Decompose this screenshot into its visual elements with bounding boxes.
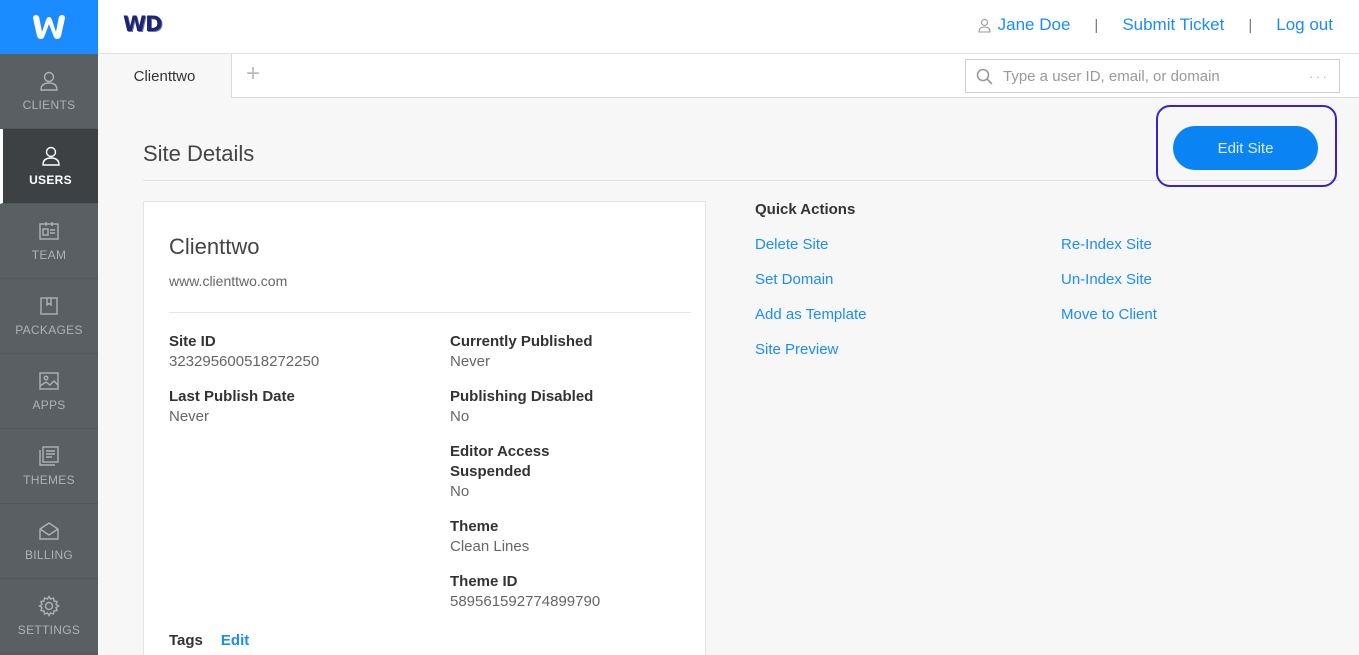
field-editor-access-suspended: Editor Access Suspended No	[450, 442, 570, 502]
field-publishing-disabled: Publishing Disabled No	[450, 387, 690, 427]
field-value: Clean Lines	[450, 538, 530, 555]
search-input[interactable]	[1003, 67, 1309, 85]
field-value: Never	[450, 353, 491, 370]
sidebar-item-label: APPS	[32, 398, 66, 412]
themes-icon	[39, 446, 59, 466]
field-value: No	[450, 483, 470, 500]
person-icon	[40, 71, 58, 91]
separator: |	[1248, 16, 1253, 34]
move-to-client-link[interactable]: Move to Client	[1061, 306, 1157, 323]
wd-logo[interactable]: WD	[123, 12, 163, 36]
tags-label: Tags	[169, 632, 203, 649]
set-domain-link[interactable]: Set Domain	[755, 271, 833, 288]
re-index-site-link[interactable]: Re-Index Site	[1061, 236, 1152, 253]
weebly-w-icon	[33, 15, 65, 39]
image-icon	[39, 372, 59, 390]
site-name: Clienttwo	[169, 234, 260, 259]
field-value: No	[450, 408, 470, 425]
add-tab-button[interactable]: +	[246, 60, 260, 88]
quick-actions-title: Quick Actions	[755, 201, 856, 218]
user-name-link[interactable]: Jane Doe	[998, 15, 1071, 35]
sidebar-item-label: PACKAGES	[15, 323, 83, 337]
field-label: Editor Access Suspended	[450, 443, 550, 480]
search-box: ···	[965, 59, 1340, 93]
sidebar: CLIENTS USERS TEAM PACKAGES APPS THEMES	[0, 0, 98, 655]
weebly-logo[interactable]	[0, 0, 98, 54]
sidebar-item-label: THEMES	[23, 473, 75, 487]
package-icon	[40, 297, 58, 315]
divider	[169, 312, 691, 313]
sidebar-item-packages[interactable]: PACKAGES	[0, 279, 98, 354]
search-icon	[976, 68, 993, 85]
field-last-publish-date: Last Publish Date Never	[169, 387, 409, 427]
field-theme: Theme Clean Lines	[450, 517, 690, 557]
tags-row: Tags Edit	[169, 632, 249, 649]
top-header: WD Jane Doe | Submit Ticket | Log out	[98, 0, 1359, 54]
field-label: Last Publish Date	[169, 388, 295, 405]
edit-tags-link[interactable]: Edit	[221, 632, 249, 649]
user-icon	[41, 146, 60, 166]
gear-icon	[38, 595, 60, 617]
field-value: 323295600518272250	[169, 353, 320, 370]
tab-clienttwo[interactable]: Clienttwo	[98, 54, 232, 98]
site-preview-link[interactable]: Site Preview	[755, 341, 838, 358]
logout-link[interactable]: Log out	[1276, 15, 1333, 35]
field-label: Publishing Disabled	[450, 388, 594, 405]
sidebar-item-billing[interactable]: BILLING	[0, 504, 98, 579]
sidebar-item-team[interactable]: TEAM	[0, 204, 98, 279]
user-icon	[978, 18, 991, 33]
header-links: Jane Doe | Submit Ticket | Log out	[977, 15, 1333, 35]
sidebar-item-themes[interactable]: THEMES	[0, 429, 98, 504]
sidebar-item-users[interactable]: USERS	[0, 129, 98, 204]
page-title: Site Details	[143, 141, 255, 166]
sidebar-item-label: CLIENTS	[22, 98, 76, 112]
field-value: 589561592774899790	[450, 593, 601, 610]
delete-site-link[interactable]: Delete Site	[755, 236, 828, 253]
field-currently-published: Currently Published Never	[450, 332, 690, 372]
field-value: Never	[169, 408, 210, 425]
tab-bar: Clienttwo + ···	[98, 54, 1359, 98]
field-label: Currently Published	[450, 333, 593, 350]
submit-ticket-link[interactable]: Submit Ticket	[1122, 15, 1224, 35]
separator: |	[1094, 16, 1099, 34]
sidebar-item-apps[interactable]: APPS	[0, 354, 98, 429]
billing-icon	[39, 522, 59, 540]
sidebar-item-label: SETTINGS	[17, 623, 81, 637]
sidebar-item-label: BILLING	[24, 548, 74, 562]
edit-site-button[interactable]: Edit Site	[1173, 126, 1318, 170]
field-label: Site ID	[169, 333, 216, 350]
field-label: Theme ID	[450, 573, 518, 590]
search-options-button[interactable]: ···	[1309, 68, 1329, 84]
un-index-site-link[interactable]: Un-Index Site	[1061, 271, 1152, 288]
sidebar-item-label: TEAM	[31, 248, 67, 262]
sidebar-item-clients[interactable]: CLIENTS	[0, 54, 98, 129]
site-url: www.clienttwo.com	[169, 273, 288, 289]
field-label: Theme	[450, 518, 499, 535]
id-card-icon	[39, 222, 59, 240]
field-site-id: Site ID 323295600518272250	[169, 332, 409, 372]
sidebar-item-label: USERS	[29, 173, 72, 187]
user-menu[interactable]: Jane Doe	[977, 15, 1071, 35]
field-theme-id: Theme ID 589561592774899790	[450, 572, 690, 612]
sidebar-item-settings[interactable]: SETTINGS	[0, 579, 98, 654]
add-as-template-link[interactable]: Add as Template	[755, 306, 866, 323]
site-details-card: Clienttwo www.clienttwo.com Site ID 3232…	[143, 201, 706, 655]
